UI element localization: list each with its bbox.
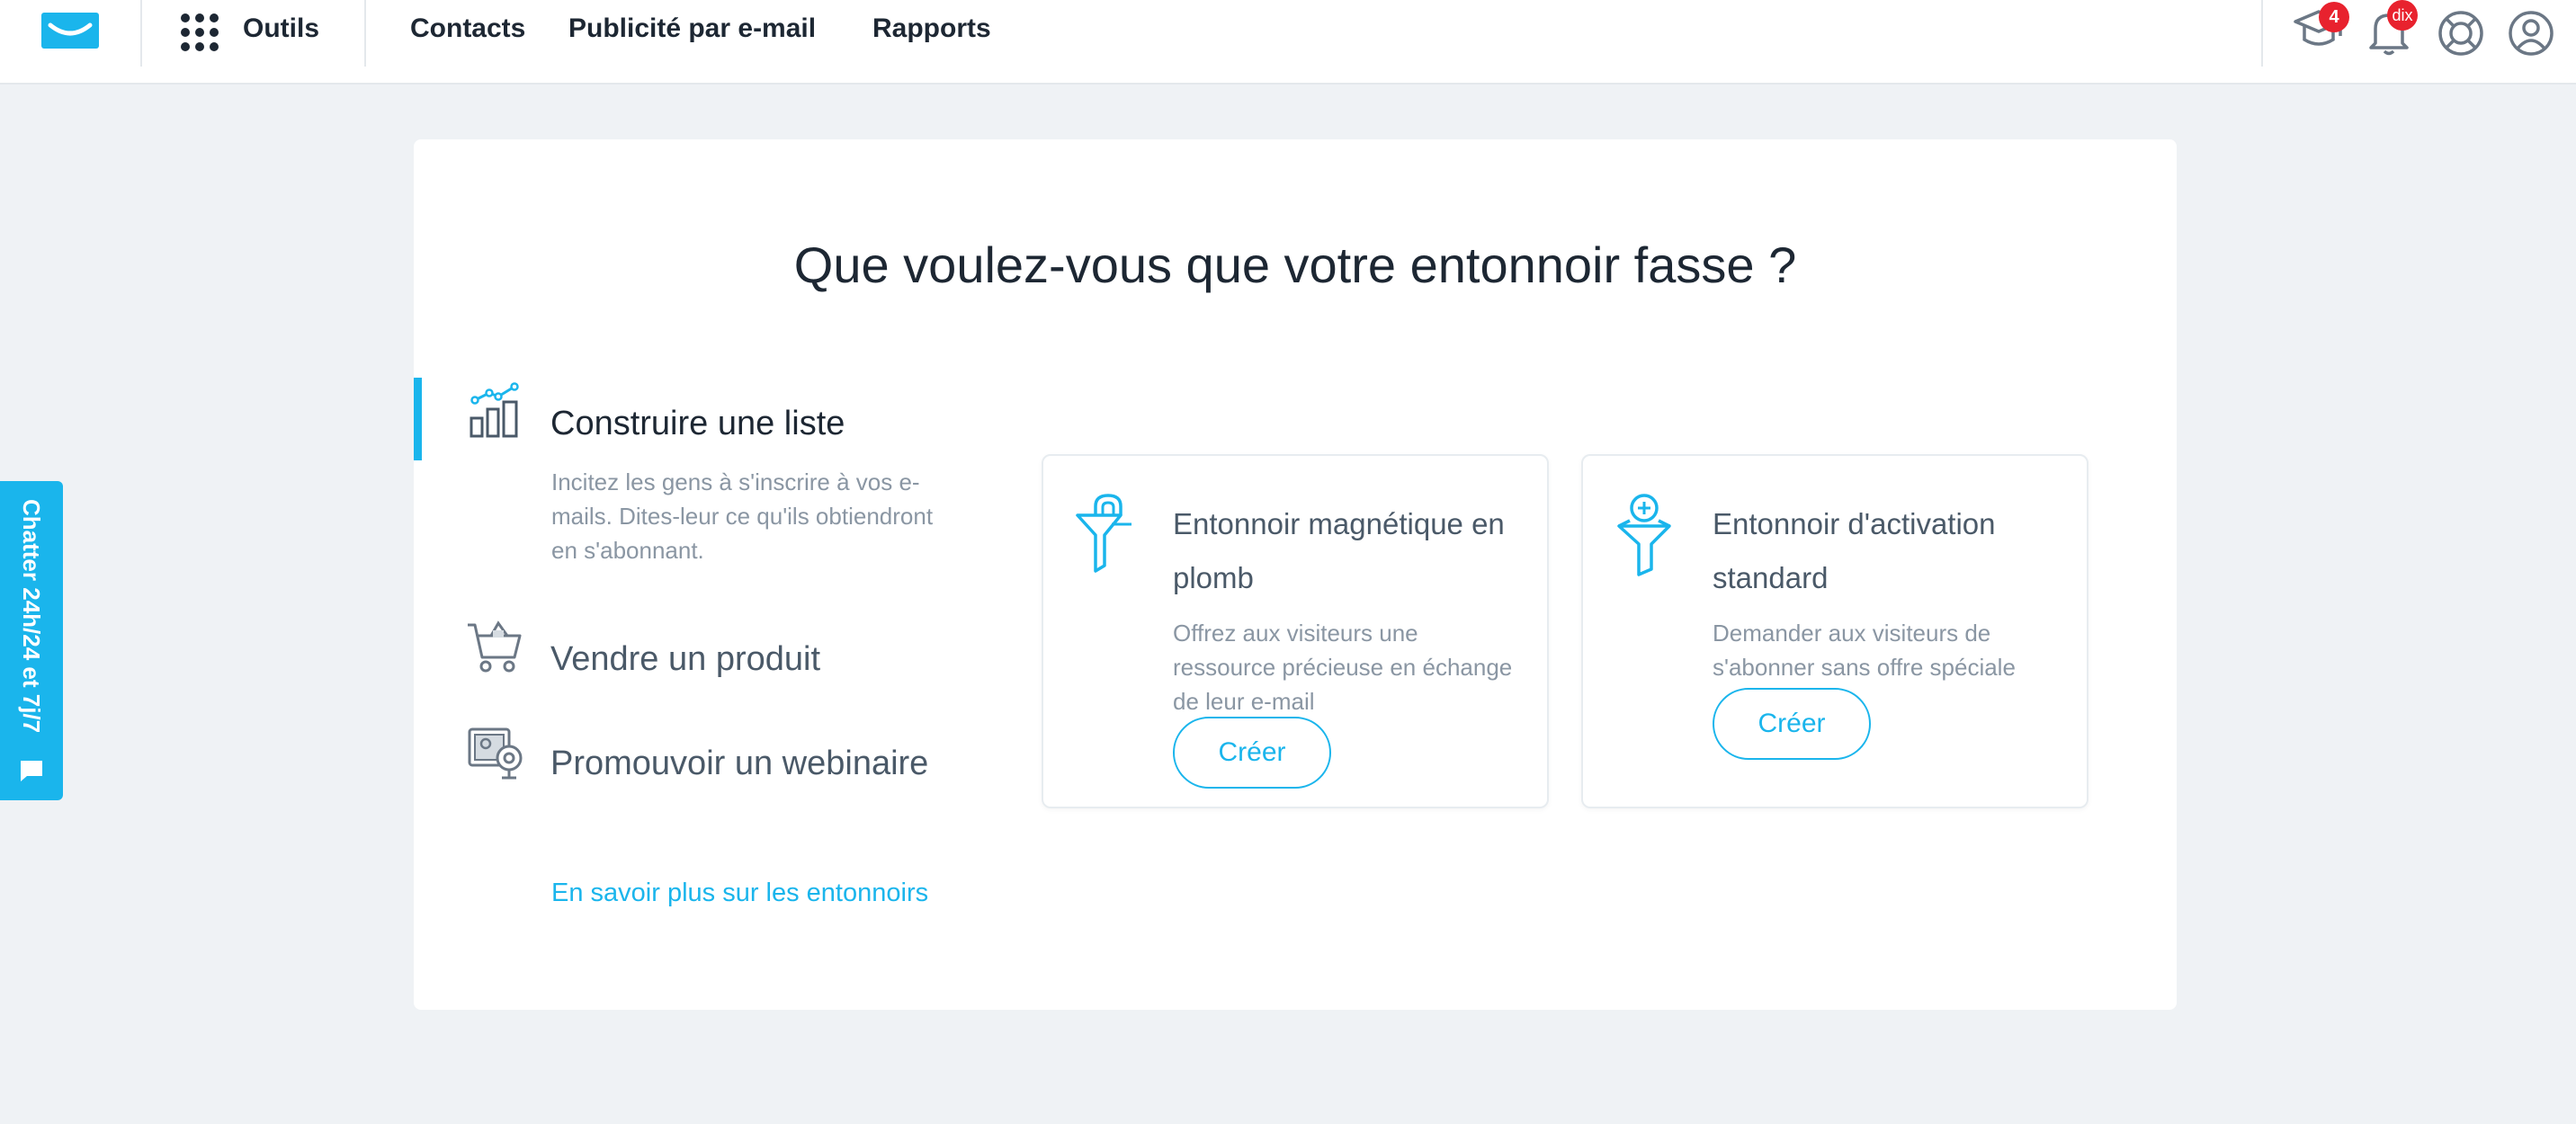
funnel-option-standard-activation: Entonnoir d'activation standard Demander… xyxy=(1581,454,2089,808)
chat-label: Chatter 24h/24 et 7j/7 xyxy=(18,499,45,734)
notifications-button[interactable]: dix xyxy=(2362,0,2418,58)
option-title: Entonnoir magnétique en plomb xyxy=(1173,507,1505,594)
page-title: Que voulez-vous que votre entonnoir fass… xyxy=(793,236,1797,293)
create-standard-activation-button[interactable]: Créer xyxy=(1713,688,1871,760)
create-lead-magnet-button[interactable]: Créer xyxy=(1173,717,1331,789)
magnet-funnel-icon xyxy=(1076,494,1131,573)
active-goal-indicator xyxy=(414,378,422,460)
activation-funnel-icon xyxy=(1617,494,1671,576)
academy-button[interactable]: 4 xyxy=(2292,2,2349,58)
goal-build-list[interactable]: Construire une liste xyxy=(550,405,845,443)
option-description: Demander aux visiteurs de s'abonner sans… xyxy=(1713,620,2016,681)
tools-grid-icon[interactable] xyxy=(178,11,221,54)
nav-reports[interactable]: Rapports xyxy=(872,11,991,47)
notification-badge: 4 xyxy=(2319,2,2349,32)
tools-menu-label[interactable]: Outils xyxy=(243,11,319,47)
profile-button[interactable] xyxy=(2504,4,2558,58)
funnel-creation-card: Que voulez-vous que votre entonnoir fass… xyxy=(414,139,2177,1010)
top-navigation-bar: Outils Contacts Publicité par e-mail Rap… xyxy=(0,0,2576,85)
nav-divider xyxy=(140,0,142,67)
nav-divider xyxy=(2261,0,2263,67)
getresponse-logo-icon[interactable] xyxy=(41,13,99,49)
help-button[interactable] xyxy=(2434,4,2488,58)
goal-build-list-description: Incitez les gens à s'inscrire à vos e-ma… xyxy=(551,468,934,564)
goal-promote-webinar[interactable]: Promouvoir un webinaire xyxy=(550,745,928,783)
bar-chart-growth-icon xyxy=(470,382,519,438)
option-title: Entonnoir d'activation standard xyxy=(1713,507,1996,594)
lifebuoy-icon xyxy=(2438,11,2483,56)
nav-email-marketing[interactable]: Publicité par e-mail xyxy=(568,11,816,47)
user-profile-icon xyxy=(2509,11,2554,56)
notification-badge: dix xyxy=(2387,0,2418,31)
shopping-cart-icon xyxy=(468,620,522,673)
goal-sell-product[interactable]: Vendre un produit xyxy=(550,640,820,679)
funnel-option-lead-magnet: Entonnoir magnétique en plomb Offrez aux… xyxy=(1042,454,1549,808)
learn-more-funnels-link[interactable]: En savoir plus sur les entonnoirs xyxy=(551,879,928,908)
option-description: Offrez aux visiteurs une ressource préci… xyxy=(1173,620,1513,715)
nav-divider xyxy=(364,0,366,67)
nav-contacts[interactable]: Contacts xyxy=(410,11,525,47)
chat-bubble-icon xyxy=(21,761,42,781)
live-chat-tab[interactable]: Chatter 24h/24 et 7j/7 xyxy=(0,481,63,800)
webinar-icon xyxy=(468,727,523,780)
